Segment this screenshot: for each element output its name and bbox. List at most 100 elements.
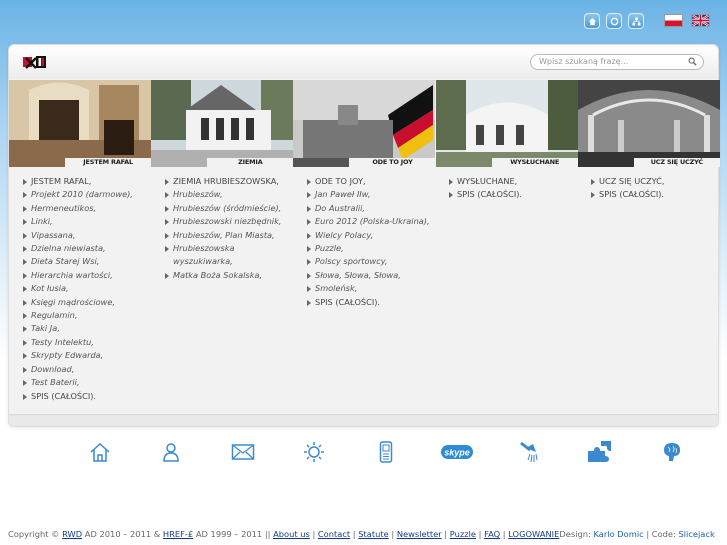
- separator: |: [441, 529, 450, 539]
- newsletter-link[interactable]: Newsletter: [397, 529, 442, 539]
- section-link[interactable]: SPIS (CAŁOŚCI).: [591, 188, 727, 201]
- puzzle-icon[interactable]: [565, 437, 637, 467]
- section-link[interactable]: SPIS (CAŁOŚCI).: [307, 296, 445, 309]
- rwd-link[interactable]: RWD: [62, 529, 82, 539]
- bottom-icon-bar: skype: [64, 437, 708, 467]
- section-link[interactable]: Euro 2012 (Polska-Ukraina),: [307, 215, 445, 228]
- photo-wysluchane[interactable]: WYSŁUCHANE: [435, 80, 578, 167]
- section-link[interactable]: Vipassana,: [23, 229, 161, 242]
- photo-caption: WYSŁUCHANE: [491, 158, 578, 167]
- skype-icon[interactable]: skype: [422, 437, 494, 467]
- section-link[interactable]: Hermeneutikos,: [23, 202, 161, 215]
- section-link[interactable]: Hrubieszów, Plan Miasta,: [165, 229, 303, 242]
- copyright-text: Copyright ©: [8, 529, 63, 539]
- section-photos: JESTEM RAFAL ZIEMIA HRUBIESZOWSKA: [9, 80, 720, 167]
- column-ziemia-hrubieszowska: ZIEMIA HRUBIESZOWSKA, Hrubieszów, Hrubiesz…: [161, 175, 303, 403]
- section-link[interactable]: Polscy sportowcy,: [307, 255, 445, 268]
- section-columns: JESTEM RAFAL, Projekt 2010 (darmowe), Herm…: [19, 175, 727, 403]
- panel-header: Wpisz szukaną frazę...: [9, 45, 718, 79]
- section-link[interactable]: Hierarchia wartości,: [23, 269, 161, 282]
- recycle-icon[interactable]: [606, 13, 622, 29]
- section-link[interactable]: SPIS (CAŁOŚCI).: [449, 188, 587, 201]
- section-link[interactable]: Hrubieszowska: [165, 242, 303, 255]
- sun-icon[interactable]: [279, 437, 351, 467]
- photo-caption: ODE TO JOY: [349, 158, 436, 167]
- section-link[interactable]: Słowa, Słowa, Słowa,: [307, 269, 445, 282]
- design-label: Design:: [559, 529, 594, 539]
- section-link[interactable]: Hrubieszów (śródmieście),: [165, 202, 303, 215]
- section-link[interactable]: SPIS (CAŁOŚCI).: [23, 390, 161, 403]
- about-us-link[interactable]: About us: [273, 529, 310, 539]
- section-link[interactable]: ZIEMIA HRUBIESZOWSKA,: [165, 175, 303, 188]
- sitemap-icon[interactable]: [628, 13, 644, 29]
- designer-link[interactable]: Karlo Domic: [593, 529, 643, 539]
- section-link[interactable]: Hrubieszów,: [165, 188, 303, 201]
- column-ode-to-joy: ODE TO JOY, Jan Paweł IIw, Do Australii, Eu…: [303, 175, 445, 403]
- section-link[interactable]: Dieta Starej Wsi,: [23, 255, 161, 268]
- section-link[interactable]: WYSŁUCHANE,: [449, 175, 587, 188]
- polish-flag-icon[interactable]: [664, 14, 683, 27]
- contact-link[interactable]: Contact: [318, 529, 350, 539]
- top-icons: [584, 13, 644, 29]
- section-link[interactable]: Download,: [23, 363, 161, 376]
- href-link[interactable]: HREF-£: [163, 529, 193, 539]
- section-link[interactable]: Skrypty Edwarda,: [23, 349, 161, 362]
- statute-link[interactable]: Statute: [358, 529, 388, 539]
- section-link[interactable]: ODE TO JOY,: [307, 175, 445, 188]
- user-icon[interactable]: [136, 437, 208, 467]
- site-logo[interactable]: [23, 55, 47, 72]
- puzzle-link[interactable]: Puzzle: [450, 529, 476, 539]
- english-flag-icon[interactable]: [691, 14, 710, 27]
- page-footer: Copyright © RWD AD 2010 – 2011 & HREF-£ …: [8, 529, 715, 539]
- section-link[interactable]: Kot łusia,: [23, 282, 161, 295]
- coder-link[interactable]: Slicejack: [678, 529, 714, 539]
- section-link[interactable]: Matka Boża Sokalska,: [165, 269, 303, 282]
- section-link[interactable]: Hrubieszowski niezbędnik,: [165, 215, 303, 228]
- section-link[interactable]: Linki,: [23, 215, 161, 228]
- brain-icon[interactable]: [636, 437, 708, 467]
- section-link[interactable]: Smoleńsk,: [307, 282, 445, 295]
- section-link[interactable]: Do Australii,: [307, 202, 445, 215]
- photo-ode-to-joy[interactable]: ODE TO JOY: [293, 80, 436, 167]
- photo-caption: UCZ SIĘ UCZYĆ: [633, 158, 720, 167]
- separator: |: [388, 529, 397, 539]
- login-link[interactable]: LOGOWANIE: [508, 529, 559, 539]
- copyright-years-1: AD 2010 – 2011 &: [82, 529, 163, 539]
- home-icon[interactable]: [584, 13, 600, 29]
- separator: |: [476, 529, 485, 539]
- section-link[interactable]: Testy Intelektu,: [23, 336, 161, 349]
- section-link[interactable]: Dzielna niewiasta,: [23, 242, 161, 255]
- section-link[interactable]: UCZ SIĘ UCZYĆ,: [591, 175, 727, 188]
- section-link[interactable]: Księgi mądrościowe,: [23, 296, 161, 309]
- section-link[interactable]: JESTEM RAFAL,: [23, 175, 161, 188]
- copyright-years-2: AD 1999 – 2011 ||: [193, 529, 274, 539]
- search-icon[interactable]: [688, 57, 697, 69]
- mail-icon[interactable]: [207, 437, 279, 467]
- panel-footer-bar: [9, 414, 718, 426]
- main-panel: Wpisz szukaną frazę... JESTEM RAFAL ZIEM…: [8, 44, 720, 427]
- section-link[interactable]: Puzzle,: [307, 242, 445, 255]
- photo-caption: ZIEMIA HRUBIESZOWSKA: [207, 158, 294, 167]
- column-ucz-sie-uczyc: UCZ SIĘ UCZYĆ, SPIS (CAŁOŚCI).: [587, 175, 727, 403]
- home-icon[interactable]: [64, 437, 136, 467]
- column-jestem-rafal: JESTEM RAFAL, Projekt 2010 (darmowe), Herm…: [19, 175, 161, 403]
- section-link[interactable]: Wielcy Polacy,: [307, 229, 445, 242]
- photo-ziemia-hrubieszowska[interactable]: ZIEMIA HRUBIESZOWSKA: [151, 80, 294, 167]
- phone-icon[interactable]: [350, 437, 422, 467]
- section-link[interactable]: Jan Paweł IIw,: [307, 188, 445, 201]
- section-link[interactable]: Projekt 2010 (darmowe),: [23, 188, 161, 201]
- section-link-wrap[interactable]: wyszukiwarka,: [165, 255, 303, 268]
- separator: |: [309, 529, 318, 539]
- faq-link[interactable]: FAQ: [484, 529, 500, 539]
- shower-icon[interactable]: [493, 437, 565, 467]
- column-wysluchane: WYSŁUCHANE, SPIS (CAŁOŚCI).: [445, 175, 587, 403]
- section-link[interactable]: Regulamin,: [23, 309, 161, 322]
- skype-label: skype: [444, 448, 470, 458]
- language-switcher: [664, 14, 710, 27]
- section-link[interactable]: Taki Ja,: [23, 322, 161, 335]
- photo-jestem-rafal[interactable]: JESTEM RAFAL: [9, 80, 152, 167]
- photo-ucz-sie-uczyc[interactable]: UCZ SIĘ UCZYĆ: [577, 80, 720, 167]
- photo-caption: JESTEM RAFAL: [65, 158, 152, 167]
- search-input[interactable]: Wpisz szukaną frazę...: [530, 54, 704, 70]
- section-link[interactable]: Test Baterii,: [23, 376, 161, 389]
